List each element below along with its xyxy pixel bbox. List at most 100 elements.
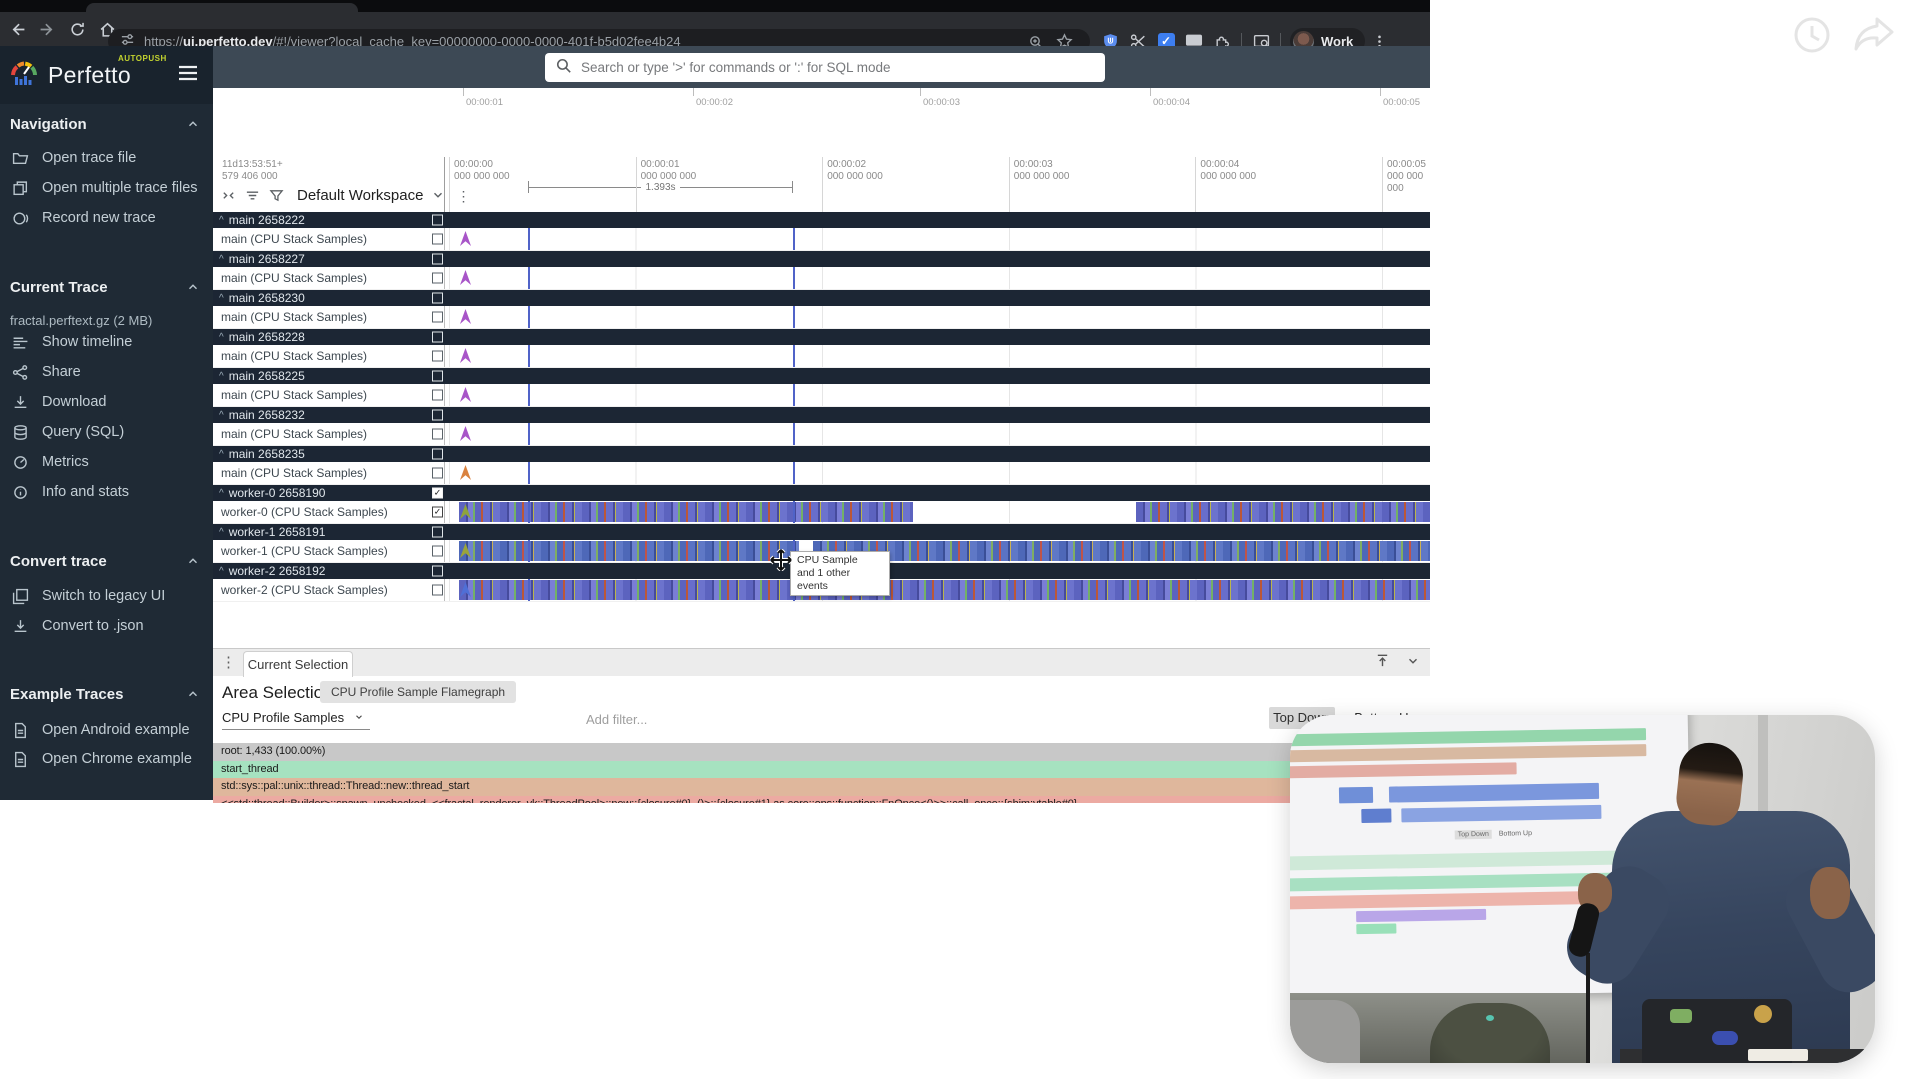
sample-marker-icon[interactable]	[459, 465, 472, 486]
timeline-minimap[interactable]: 00:00:0100:00:0200:00:0300:00:0400:00:05	[213, 88, 1430, 157]
sidebar-item-info-and-stats[interactable]: Info and stats	[0, 478, 213, 506]
track-canvas[interactable]	[444, 540, 1430, 562]
sidebar-item-query-sql-[interactable]: Query (SQL)	[0, 418, 213, 446]
cpu-samples-band[interactable]	[459, 541, 799, 561]
track-row[interactable]: main (CPU Stack Samples)	[213, 462, 1430, 485]
sample-marker-icon[interactable]	[459, 270, 472, 291]
sample-marker-icon[interactable]	[459, 543, 472, 564]
track-checkbox[interactable]	[432, 390, 443, 401]
area-selection-line[interactable]	[793, 267, 795, 289]
area-selection-line[interactable]	[528, 267, 530, 289]
hamburger-menu-icon[interactable]	[177, 64, 199, 87]
chevron-up-icon[interactable]	[186, 554, 200, 572]
search-input[interactable]: Search or type '>' for commands or ':' f…	[545, 53, 1105, 82]
track-canvas[interactable]	[444, 306, 1430, 328]
workspace-selector[interactable]: Default Workspace	[297, 187, 423, 204]
sidebar-section-title[interactable]: Convert trace	[10, 553, 200, 570]
track-group-header[interactable]: ^worker-1 2658191	[213, 524, 1430, 540]
back-icon[interactable]	[4, 16, 30, 42]
area-selection-line[interactable]	[528, 306, 530, 328]
area-selection-line[interactable]	[793, 306, 795, 328]
sidebar-item-open-multiple-trace-files[interactable]: Open multiple trace files	[0, 174, 213, 202]
cpu-samples-band[interactable]	[1136, 502, 1430, 522]
area-selection-line[interactable]	[528, 579, 530, 601]
track-checkbox[interactable]	[432, 546, 443, 557]
filter-tracks-icon[interactable]	[269, 188, 285, 204]
track-checkbox[interactable]	[432, 254, 443, 265]
track-checkbox[interactable]: ✓	[432, 507, 443, 518]
collapse-caret-icon[interactable]: ^	[219, 293, 224, 304]
track-checkbox[interactable]	[432, 312, 443, 323]
area-selection-line[interactable]	[793, 501, 795, 523]
cpu-samples-band[interactable]	[459, 580, 1430, 600]
collapse-caret-icon[interactable]: ^	[219, 371, 224, 382]
flamegraph-chip[interactable]: CPU Profile Sample Flamegraph	[320, 681, 516, 703]
sample-marker-icon[interactable]	[459, 348, 472, 369]
track-group-header[interactable]: ^main 2658235	[213, 446, 1430, 462]
collapse-caret-icon[interactable]: ^	[219, 215, 224, 226]
sidebar-section-title[interactable]: Current Trace	[10, 279, 200, 296]
area-selection-line[interactable]	[793, 345, 795, 367]
flamegraph-row[interactable]: start_thread	[213, 761, 1430, 779]
collapse-tracks-icon[interactable]	[221, 188, 237, 204]
add-filter-input[interactable]: Add filter...	[586, 712, 647, 727]
sidebar-item-open-android-example[interactable]: Open Android example	[0, 716, 213, 744]
track-group-header[interactable]: ^worker-0 2658190✓	[213, 485, 1430, 501]
sidebar-section-title[interactable]: Example Traces	[10, 686, 200, 703]
sample-marker-icon[interactable]	[459, 504, 472, 525]
track-canvas[interactable]	[444, 384, 1430, 406]
track-group-header[interactable]: ^main 2658225	[213, 368, 1430, 384]
track-row[interactable]: worker-0 (CPU Stack Samples)✓	[213, 501, 1430, 524]
area-selection-line[interactable]	[793, 462, 795, 484]
area-selection-line[interactable]	[528, 345, 530, 367]
sidebar-item-record-new-trace[interactable]: Record new trace	[0, 204, 213, 232]
area-selection-line[interactable]	[528, 228, 530, 250]
track-row[interactable]: main (CPU Stack Samples)	[213, 384, 1430, 407]
sidebar-item-open-chrome-example[interactable]: Open Chrome example	[0, 745, 213, 773]
sample-marker-icon[interactable]	[459, 582, 472, 603]
track-checkbox[interactable]	[432, 429, 443, 440]
track-row[interactable]: main (CPU Stack Samples)	[213, 423, 1430, 446]
track-checkbox[interactable]: ✓	[432, 488, 443, 499]
track-checkbox[interactable]	[432, 371, 443, 382]
track-canvas[interactable]	[444, 345, 1430, 367]
forward-icon[interactable]	[34, 16, 60, 42]
collapse-caret-icon[interactable]: ^	[219, 488, 224, 499]
sidebar-item-show-timeline[interactable]: Show timeline	[0, 328, 213, 356]
collapse-caret-icon[interactable]: ^	[219, 410, 224, 421]
cpu-samples-band[interactable]	[813, 541, 1430, 561]
sample-marker-icon[interactable]	[459, 426, 472, 447]
track-canvas[interactable]	[444, 501, 1430, 523]
track-checkbox[interactable]	[432, 468, 443, 479]
track-group-header[interactable]: ^main 2658232	[213, 407, 1430, 423]
chevron-up-icon[interactable]	[186, 280, 200, 298]
area-selection-line[interactable]	[528, 501, 530, 523]
sample-marker-icon[interactable]	[459, 387, 472, 408]
panel-drag-handle-icon[interactable]: ⋮	[221, 653, 236, 671]
panel-chevron-down-icon[interactable]	[1406, 654, 1420, 673]
collapse-caret-icon[interactable]: ^	[219, 254, 224, 265]
time-ruler[interactable]: 1.393s 00:00:00000 000 00000:00:01000 00…	[444, 157, 1430, 212]
sample-marker-icon[interactable]	[459, 231, 472, 252]
track-checkbox[interactable]	[432, 585, 443, 596]
collapse-caret-icon[interactable]: ^	[219, 527, 224, 538]
flamegraph-row[interactable]: root: 1,433 (100.00%)	[213, 743, 1430, 761]
sidebar-item-open-trace-file[interactable]: Open trace file	[0, 144, 213, 172]
sidebar-item-convert-to-json[interactable]: Convert to .json	[0, 612, 213, 640]
track-canvas[interactable]	[444, 579, 1430, 601]
area-selection-line[interactable]	[528, 384, 530, 406]
track-checkbox[interactable]	[432, 449, 443, 460]
collapse-panel-icon[interactable]	[1375, 653, 1390, 673]
track-checkbox[interactable]	[432, 273, 443, 284]
sort-tracks-icon[interactable]	[245, 188, 261, 204]
track-checkbox[interactable]	[432, 351, 443, 362]
area-selection-line[interactable]	[793, 384, 795, 406]
sidebar-item-share[interactable]: Share	[0, 358, 213, 386]
track-group-header[interactable]: ^main 2658230	[213, 290, 1430, 306]
track-canvas[interactable]	[444, 423, 1430, 445]
track-canvas[interactable]	[444, 267, 1430, 289]
track-canvas[interactable]	[444, 462, 1430, 484]
area-selection-line[interactable]	[528, 540, 530, 562]
area-selection-line[interactable]	[793, 228, 795, 250]
sample-marker-icon[interactable]	[459, 309, 472, 330]
